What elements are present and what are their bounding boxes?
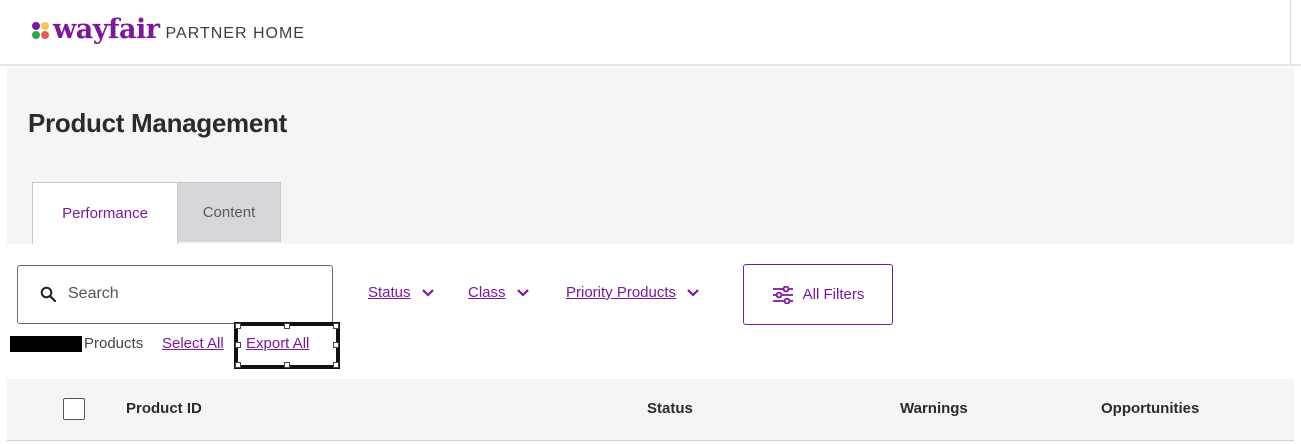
chevron-down-icon	[687, 288, 699, 297]
column-header-opportunities[interactable]: Opportunities	[1101, 400, 1199, 417]
class-filter-label: Class	[468, 284, 506, 301]
resize-handle	[235, 342, 241, 348]
priority-products-filter[interactable]: Priority Products	[566, 284, 700, 301]
resize-handle	[333, 362, 339, 368]
selection-dashed-border	[240, 328, 334, 363]
brand-logo[interactable]: wayfair PARTNER HOME	[32, 14, 305, 45]
priority-products-filter-label: Priority Products	[566, 284, 677, 301]
selection-highlight	[234, 322, 340, 369]
column-header-product-id[interactable]: Product ID	[126, 400, 202, 417]
tab-performance[interactable]: Performance	[32, 182, 178, 244]
search-box[interactable]	[17, 265, 333, 324]
resize-handle	[333, 323, 339, 329]
column-header-warnings[interactable]: Warnings	[900, 400, 968, 417]
redacted-count	[10, 336, 82, 352]
resize-handle	[284, 362, 290, 368]
resize-handle	[333, 342, 339, 348]
page-title: Product Management	[28, 108, 287, 138]
sliders-icon	[772, 285, 793, 304]
search-icon	[40, 286, 56, 302]
class-filter[interactable]: Class	[468, 284, 530, 301]
status-filter[interactable]: Status	[368, 284, 435, 301]
status-filter-label: Status	[368, 284, 411, 301]
products-label: Products	[84, 335, 144, 352]
brand-name: wayfair	[53, 14, 160, 45]
all-filters-button[interactable]: All Filters	[743, 264, 893, 325]
all-filters-label: All Filters	[802, 286, 865, 303]
tab-content[interactable]: Content	[178, 182, 281, 242]
chevron-down-icon	[421, 288, 434, 297]
select-all-checkbox[interactable]	[63, 398, 85, 420]
search-input[interactable]	[68, 279, 318, 309]
top-bar: wayfair PARTNER HOME	[0, 0, 1301, 66]
brand-subtitle: PARTNER HOME	[165, 25, 305, 42]
resize-handle	[235, 323, 241, 329]
resize-handle	[235, 362, 241, 368]
wayfair-logo-icon	[32, 22, 50, 40]
divider	[1290, 0, 1291, 66]
select-all-link[interactable]: Select All	[162, 335, 224, 352]
chevron-down-icon	[516, 288, 529, 297]
column-header-status[interactable]: Status	[647, 400, 693, 417]
resize-handle	[284, 323, 290, 329]
